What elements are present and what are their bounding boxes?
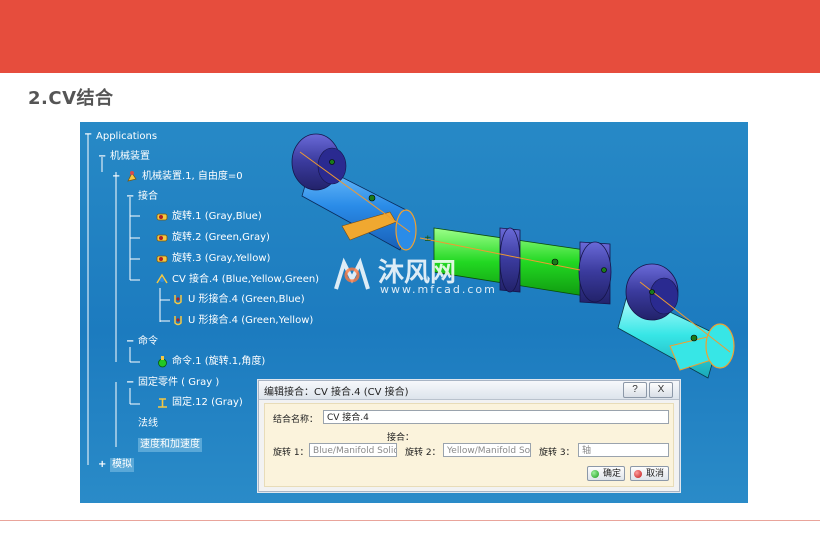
tree-toggle-simulation[interactable]: + [98, 458, 106, 472]
ok-button[interactable]: 确定 [587, 466, 625, 481]
ok-button-label: 确定 [603, 469, 622, 479]
rotation-3-label: 旋转 3： [539, 448, 575, 458]
fixed-part-icon [158, 398, 167, 408]
watermark-url: www.mfcad.com [380, 283, 497, 296]
rotation-3-field[interactable]: 轴 [578, 443, 669, 457]
revolute-joint-icon [156, 213, 168, 221]
tree-toggle-root[interactable]: − [84, 128, 92, 142]
rotation-1-label: 旋转 1： [273, 448, 309, 458]
tree-joint-cv[interactable]: CV 接合.4 (Blue,Yellow,Green) [172, 273, 319, 287]
cyan-shaft-part[interactable] [617, 263, 735, 379]
bottom-divider [0, 520, 820, 521]
tree-toggle-joints[interactable]: − [126, 190, 134, 204]
tree-toggle-commands[interactable]: − [126, 335, 134, 349]
close-button[interactable]: X [649, 382, 673, 398]
watermark-logo-icon [334, 257, 370, 290]
tree-fixed-12[interactable]: 固定.12 (Gray) [172, 396, 243, 410]
dialog-body: 结合名称： CV 接合.4 接合： 旋转 1： Blue/Manifold So… [264, 403, 674, 487]
u-joint-icon [174, 316, 182, 326]
top-banner [0, 0, 820, 73]
cancel-button[interactable]: 取消 [630, 466, 669, 481]
command-icon [158, 356, 167, 368]
tree-joint-revolute-2[interactable]: 旋转.2 (Green,Gray) [172, 231, 270, 245]
tree-toggle-mechanisms[interactable]: − [98, 150, 106, 164]
joints-section-label: 接合： [387, 433, 415, 443]
tree-joint-revolute-1[interactable]: 旋转.1 (Gray,Blue) [172, 210, 262, 224]
tree-node-mechanism[interactable]: 机械装置.1, 自由度=0 [142, 170, 243, 184]
joint-name-label: 结合名称： [273, 415, 319, 425]
tree-toggle-fixed[interactable]: − [126, 376, 134, 390]
rotation-2-label: 旋转 2： [405, 448, 441, 458]
help-button[interactable]: ? [623, 382, 647, 398]
tree-ujoint-1[interactable]: U 形接合.4 (Green,Blue) [188, 293, 305, 307]
tree-node-fixed-parts[interactable]: 固定零件 ( Gray ) [138, 376, 219, 390]
tree-ujoint-2[interactable]: U 形接合.4 (Green,Yellow) [188, 314, 313, 328]
svg-text:±: ± [424, 234, 432, 244]
cancel-icon [634, 470, 642, 478]
tree-node-simulation[interactable]: 模拟 [110, 458, 134, 472]
dialog-title: 编辑接合：CV 接合.4 (CV 接合) [264, 387, 409, 398]
rotation-2-field[interactable]: Yellow/Manifold Soli [443, 443, 531, 457]
tree-node-laws[interactable]: 法线 [138, 417, 158, 431]
rotation-1-field[interactable]: Blue/Manifold Solid [309, 443, 397, 457]
revolute-joint-icon [156, 255, 168, 263]
tree-root-applications[interactable]: Applications [96, 130, 157, 144]
tree-node-mechanisms[interactable]: 机械装置 [110, 150, 150, 164]
mechanism-icon [127, 171, 137, 182]
slide-title: 2.CV结合 [28, 88, 114, 109]
tree-node-commands[interactable]: 命令 [138, 335, 158, 349]
tree-toggle-mechanism[interactable]: − [112, 170, 120, 184]
tree-node-joints[interactable]: 接合 [138, 190, 158, 204]
cv-joint-icon [156, 273, 168, 284]
revolute-joint-icon [156, 234, 168, 242]
u-joint-icon [174, 295, 182, 305]
edit-joint-dialog[interactable]: 编辑接合：CV 接合.4 (CV 接合) ? X 结合名称： CV 接合.4 接… [258, 380, 680, 492]
cancel-button-label: 取消 [646, 469, 665, 479]
blue-shaft-part[interactable] [291, 133, 417, 251]
tree-command-1[interactable]: 命令.1 (旋转.1,角度) [172, 355, 265, 369]
dialog-titlebar[interactable]: 编辑接合：CV 接合.4 (CV 接合) ? X [259, 381, 679, 400]
tree-joint-revolute-3[interactable]: 旋转.3 (Gray,Yellow) [172, 252, 270, 266]
ok-icon [591, 470, 599, 478]
joint-name-field[interactable]: CV 接合.4 [323, 410, 669, 424]
tree-node-speed-acceleration[interactable]: 速度和加速度 [138, 438, 202, 452]
